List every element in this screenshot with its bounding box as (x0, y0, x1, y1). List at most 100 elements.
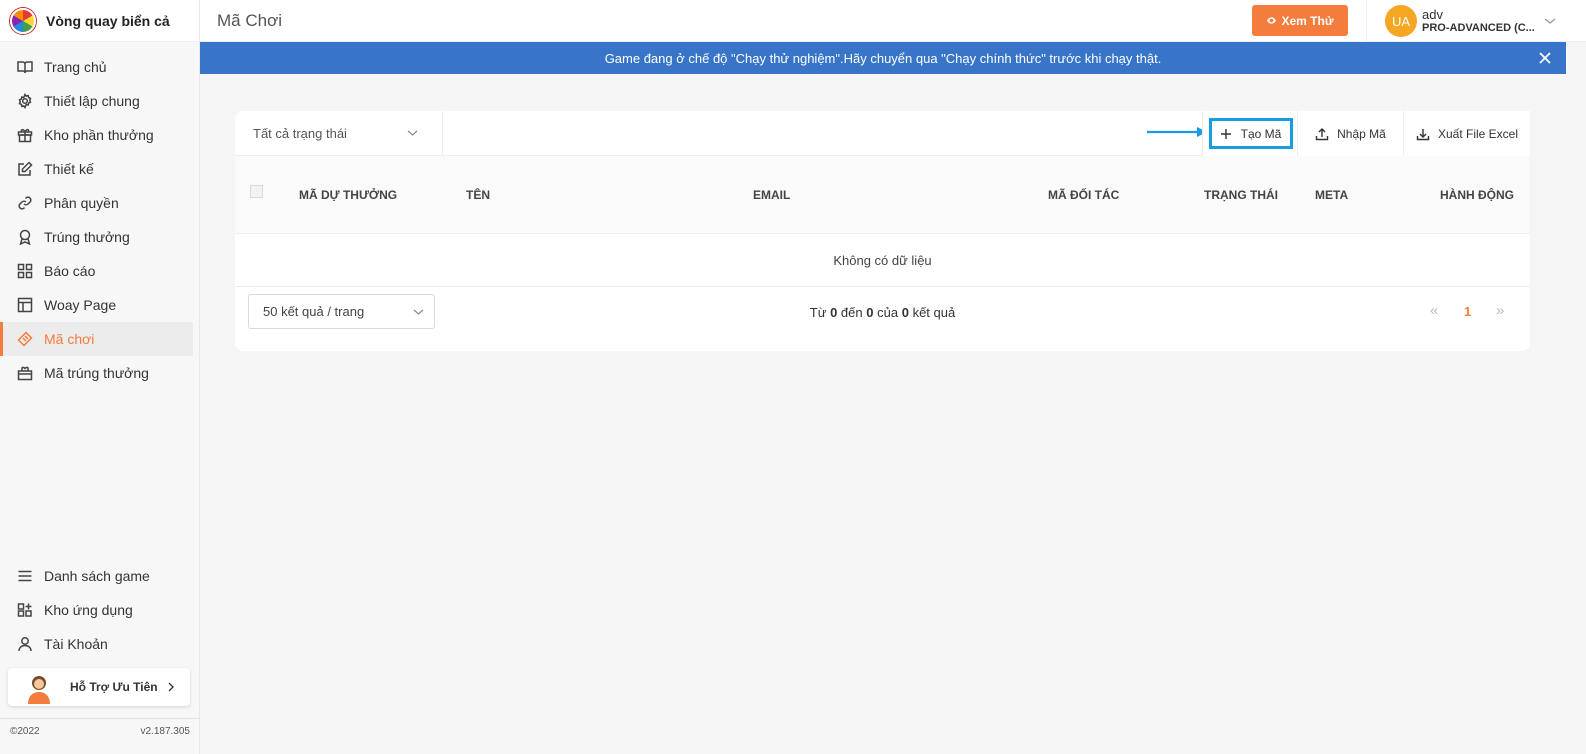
create-code-button[interactable]: Tạo Mã (1202, 111, 1297, 156)
grid-icon (17, 263, 33, 279)
empty-text: Không có dữ liệu (833, 252, 932, 268)
current-page[interactable]: 1 (1464, 304, 1471, 319)
link-icon (17, 195, 33, 211)
sidebar-item-label: Kho ứng dụng (44, 602, 133, 618)
summary-text: đến (840, 305, 863, 320)
sidebar-item-permissions[interactable]: Phân quyền (0, 186, 193, 220)
prev-page-button[interactable]: « (1430, 302, 1438, 319)
status-filter-select[interactable]: Tất cả trạng thái (235, 111, 443, 156)
upload-icon (1315, 127, 1329, 140)
sidebar-item-label: Trang chủ (44, 59, 107, 75)
table-header: MÃ DỰ THƯỞNG TÊN EMAIL MÃ ĐỐI TÁC TRẠNG … (235, 156, 1530, 234)
sidebar-item-label: Mã chơi (44, 331, 95, 347)
summary-from: 0 (830, 305, 838, 320)
chevron-down-icon (1544, 18, 1556, 24)
column-header[interactable]: TÊN (466, 188, 490, 202)
close-icon[interactable] (1538, 51, 1552, 65)
sidebar-item-game-codes[interactable]: Mã chơi (0, 322, 193, 356)
highlight-box (1209, 118, 1293, 149)
gift-box-icon (17, 365, 33, 381)
sidebar-item-label: Mã trúng thưởng (44, 365, 149, 381)
chevron-right-icon (168, 682, 174, 692)
column-header[interactable]: MÃ ĐỐI TÁC (1048, 188, 1119, 202)
column-header[interactable]: META (1315, 188, 1348, 202)
sidebar-item-settings[interactable]: Thiết lập chung (0, 84, 193, 118)
sidebar-footer: ©2022 v2.187.305 (0, 718, 200, 744)
sidebar-item-account[interactable]: Tài Khoản (0, 627, 188, 661)
summary-to: 0 (866, 305, 874, 320)
user-info: adv PRO-ADVANCED (C... (1422, 7, 1535, 36)
preview-button[interactable]: Xem Thử (1252, 5, 1348, 36)
page-title: Mã Chơi (217, 11, 282, 30)
preview-label: Xem Thử (1281, 13, 1334, 28)
top-header: Mã Chơi Xem Thử UA adv PRO-ADVANCED (C..… (200, 0, 1586, 42)
sidebar-item-label: Kho phần thưởng (44, 127, 154, 143)
sidebar-item-app-store[interactable]: Kho ứng dụng (0, 593, 188, 627)
sidebar-item-label: Danh sách game (44, 568, 150, 584)
eye-icon (1267, 17, 1277, 24)
support-agent-icon (28, 676, 50, 704)
codes-card: Tất cả trạng thái Tạo Mã Nhập Mã Xuất Fi… (235, 111, 1530, 351)
test-mode-banner: Game đang ở chế độ "Chạy thử nghiệm".Hãy… (200, 42, 1566, 74)
sidebar: Vòng quay biển cả Trang chủ Thiết lập ch… (0, 0, 200, 754)
sidebar-item-game-list[interactable]: Danh sách game (0, 559, 188, 593)
sidebar-item-label: Phân quyền (44, 195, 119, 211)
user-menu[interactable]: UA adv PRO-ADVANCED (C... (1366, 0, 1586, 42)
sidebar-item-label: Trúng thưởng (44, 229, 130, 245)
column-header[interactable]: MÃ DỰ THƯỞNG (299, 188, 397, 202)
book-icon (17, 59, 33, 75)
status-filter-value: Tất cả trạng thái (253, 126, 347, 141)
layout-icon (17, 297, 33, 313)
sidebar-item-label: Thiết kế (44, 161, 94, 177)
menu-icon (17, 568, 33, 584)
summary-text: Từ (809, 305, 827, 320)
user-plan: PRO-ADVANCED (C... (1422, 22, 1535, 35)
column-header[interactable]: EMAIL (753, 188, 790, 202)
apps-icon (17, 602, 33, 618)
next-page-button[interactable]: » (1496, 302, 1504, 319)
award-icon (17, 229, 33, 245)
sidebar-item-rewards[interactable]: Kho phần thưởng (0, 118, 193, 152)
summary-text: của (877, 305, 899, 320)
sidebar-item-reports[interactable]: Báo cáo (0, 254, 193, 288)
select-all-checkbox[interactable] (250, 185, 263, 198)
export-excel-button[interactable]: Xuất File Excel (1403, 111, 1530, 156)
import-code-label: Nhập Mã (1337, 126, 1386, 141)
gift-icon (17, 127, 33, 143)
app-logo-icon (10, 7, 36, 34)
sidebar-item-winners[interactable]: Trúng thưởng (0, 220, 193, 254)
avatar: UA (1385, 5, 1417, 37)
sidebar-bottom-nav: Danh sách game Kho ứng dụng Tài Khoản (0, 559, 194, 661)
sidebar-item-label: Báo cáo (44, 263, 96, 279)
sidebar-item-woay-page[interactable]: Woay Page (0, 288, 193, 322)
version: v2.187.305 (140, 726, 191, 737)
pagination-bar: 50 kết quả / trang Từ 0 đến 0 của 0 kết … (235, 287, 1530, 350)
arrow-right-icon (1147, 127, 1207, 137)
sidebar-item-winning-codes[interactable]: Mã trúng thưởng (0, 356, 193, 390)
app-name: Vòng quay biển cả (46, 12, 170, 29)
sidebar-item-home[interactable]: Trang chủ (0, 50, 193, 84)
chevron-down-icon (407, 130, 418, 136)
brand[interactable]: Vòng quay biển cả (0, 0, 199, 42)
ticket-icon (17, 331, 33, 347)
export-excel-label: Xuất File Excel (1437, 126, 1519, 141)
edit-icon (17, 161, 33, 177)
summary-total: 0 (901, 305, 909, 320)
sidebar-item-label: Woay Page (44, 297, 117, 313)
sidebar-item-label: Tài Khoản (44, 636, 108, 652)
sidebar-nav: Trang chủ Thiết lập chung Kho phần thưởn… (0, 42, 199, 390)
result-summary: Từ 0 đến 0 của 0 kết quả (235, 305, 1530, 320)
column-header[interactable]: HÀNH ĐỘNG (1440, 188, 1514, 202)
import-code-button[interactable]: Nhập Mã (1297, 111, 1403, 156)
priority-support-button[interactable]: Hỗ Trợ Ưu Tiên (8, 668, 190, 706)
user-name: adv (1422, 6, 1443, 22)
user-icon (17, 636, 33, 652)
empty-state: Không có dữ liệu (235, 234, 1530, 287)
support-label: Hỗ Trợ Ưu Tiên (70, 680, 158, 694)
download-icon (1416, 128, 1430, 140)
sidebar-item-design[interactable]: Thiết kế (0, 152, 193, 186)
sidebar-item-label: Thiết lập chung (44, 93, 140, 109)
column-header[interactable]: TRẠNG THÁI (1204, 188, 1278, 202)
banner-text: Game đang ở chế độ "Chạy thử nghiệm".Hãy… (604, 50, 1162, 66)
gear-icon (17, 93, 33, 109)
